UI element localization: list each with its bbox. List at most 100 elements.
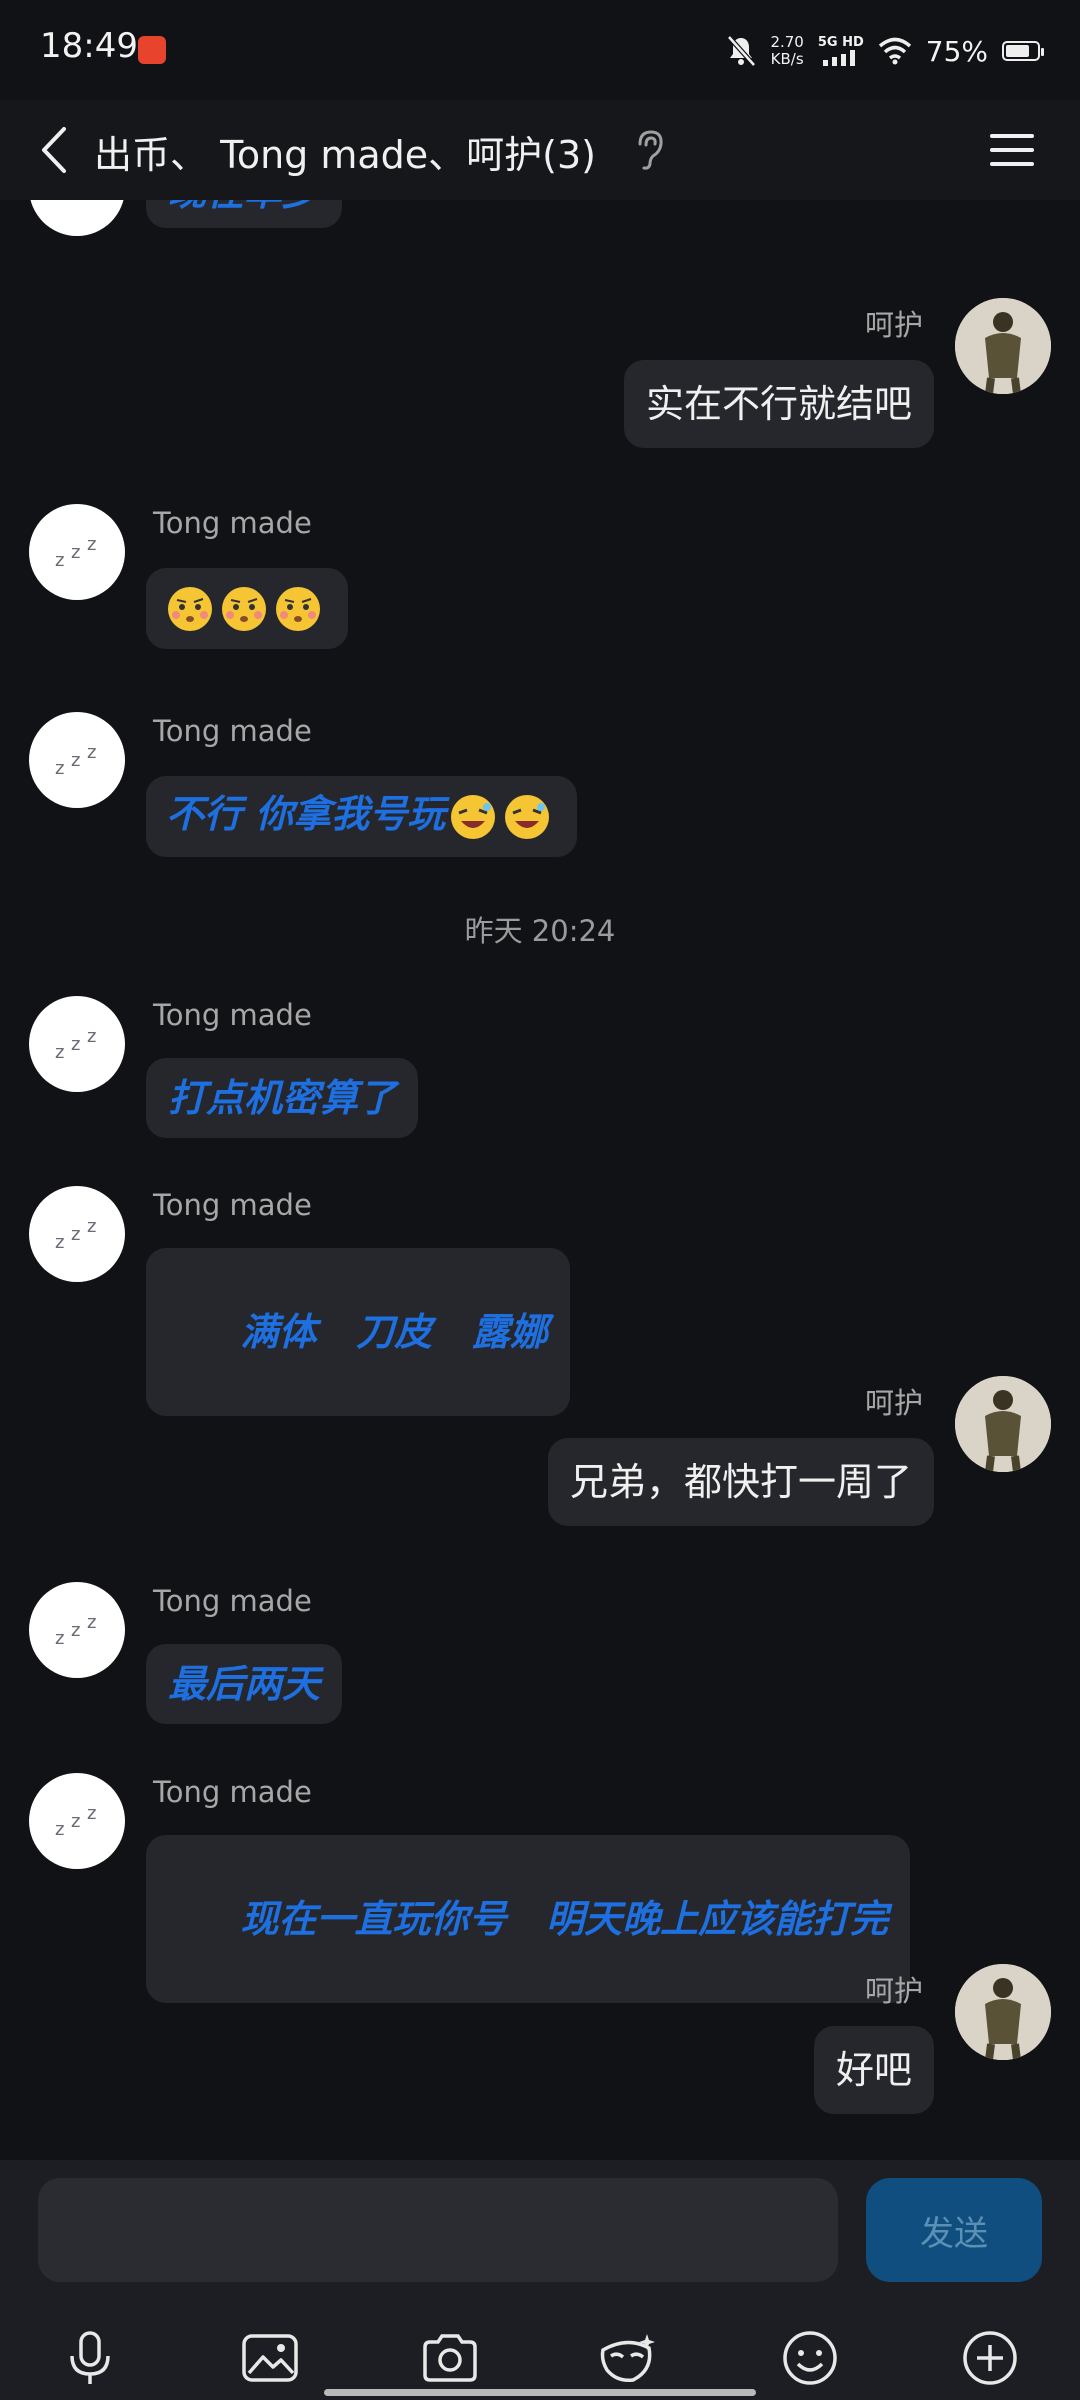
mask-button[interactable] bbox=[596, 2328, 660, 2388]
message-bubble[interactable]: 好吧 bbox=[813, 2026, 934, 2114]
message-text: 好吧 bbox=[835, 2048, 912, 2092]
sender-name: Tong made bbox=[153, 1584, 312, 1618]
svg-text:z: z bbox=[71, 750, 80, 771]
svg-text:z: z bbox=[71, 1811, 80, 1832]
avatar[interactable] bbox=[955, 1964, 1051, 2060]
eyebrow-raised-emoji-icon bbox=[276, 586, 320, 631]
message-text: 不行 你拿我号玩 bbox=[166, 792, 446, 836]
avatar[interactable] bbox=[955, 298, 1051, 394]
voice-button[interactable] bbox=[58, 2328, 122, 2388]
svg-text:z: z bbox=[55, 1232, 64, 1253]
sleeping-zzz-avatar-icon: z z z bbox=[55, 742, 96, 779]
message-text: 兄弟，都快打一周了 bbox=[569, 1460, 912, 1504]
home-indicator[interactable] bbox=[324, 2389, 756, 2396]
sender-name: Tong made bbox=[153, 1188, 312, 1222]
network-speed: 2.70 KB/s bbox=[770, 34, 803, 68]
avatar[interactable]: z z z bbox=[29, 504, 125, 600]
sender-name: Tong made bbox=[153, 714, 312, 748]
emoji-button[interactable] bbox=[778, 2328, 842, 2388]
message-bubble[interactable]: 兄弟，都快打一周了 bbox=[547, 1438, 934, 1526]
hamburger-menu-icon bbox=[990, 134, 1034, 166]
avatar[interactable]: z z z bbox=[29, 712, 125, 808]
message-bubble[interactable]: 不行 你拿我号玩 bbox=[146, 776, 578, 857]
avatar[interactable]: z z z bbox=[29, 1186, 125, 1282]
message-input[interactable] bbox=[38, 2178, 838, 2282]
sleeping-zzz-avatar-icon: z z z bbox=[55, 1803, 96, 1840]
message-row: 呵护 好吧 bbox=[0, 1964, 1080, 2144]
image-icon bbox=[242, 2334, 298, 2382]
battery-percent: 75% bbox=[925, 34, 988, 68]
message-list[interactable]: 现在单少 呵护 实在不行就结吧 z z z Tong made bbox=[0, 200, 1080, 2160]
menu-button[interactable] bbox=[984, 122, 1040, 178]
microphone-icon bbox=[70, 2331, 110, 2384]
soldier-avatar-icon bbox=[955, 1376, 1051, 1472]
svg-text:z: z bbox=[87, 742, 96, 763]
network-type-label: 5G HD bbox=[817, 35, 864, 50]
message-bubble[interactable]: 现在单少 bbox=[146, 200, 343, 228]
svg-text:z: z bbox=[55, 1042, 64, 1063]
network-speed-value: 2.70 bbox=[770, 33, 804, 51]
signal-bars-icon bbox=[822, 50, 855, 66]
network-speed-unit: KB/s bbox=[770, 50, 804, 68]
camera-icon bbox=[423, 2334, 477, 2382]
chat-header: 出币、 Tong made、呵护(3) bbox=[0, 100, 1080, 200]
laughing-emoji-icon bbox=[505, 794, 550, 839]
svg-text:z: z bbox=[87, 1803, 96, 1824]
soldier-avatar-icon bbox=[955, 298, 1051, 394]
message-text: 现在一直玩你号 明天晚上应该能打完 bbox=[240, 1897, 889, 1941]
composer-toolbar bbox=[0, 2328, 1080, 2388]
svg-text:z: z bbox=[87, 1612, 96, 1633]
message-row: z z z Tong made bbox=[0, 504, 1080, 674]
sender-name: 呵护 bbox=[864, 1386, 923, 1420]
timestamp-divider: 昨天 20:24 bbox=[464, 914, 616, 948]
message-bubble[interactable] bbox=[146, 568, 348, 649]
svg-text:z: z bbox=[71, 542, 80, 563]
svg-text:z: z bbox=[71, 1620, 80, 1641]
avatar[interactable] bbox=[955, 1376, 1051, 1472]
eyebrow-raised-emoji-icon bbox=[168, 586, 212, 631]
back-button[interactable] bbox=[24, 120, 84, 180]
message-row: z z z Tong made 不行 你拿我号玩 bbox=[0, 712, 1080, 882]
camera-button[interactable] bbox=[418, 2328, 482, 2388]
emoji-icon bbox=[783, 2331, 837, 2385]
chevron-left-icon bbox=[42, 127, 66, 173]
gallery-button[interactable] bbox=[238, 2328, 302, 2388]
send-button[interactable]: 发送 bbox=[866, 2178, 1042, 2282]
mute-bell-icon bbox=[727, 35, 757, 67]
avatar[interactable]: z z z bbox=[29, 996, 125, 1092]
composer: 发送 bbox=[0, 2160, 1080, 2400]
message-row: z z z Tong made 打点机密算了 bbox=[0, 996, 1080, 1146]
message-bubble[interactable]: 实在不行就结吧 bbox=[623, 360, 934, 448]
network-type: 5G HD bbox=[818, 36, 864, 66]
status-right-cluster: 2.70 KB/s 5G HD 75% bbox=[726, 28, 1044, 74]
battery-icon bbox=[1002, 41, 1044, 61]
svg-text:z: z bbox=[55, 1628, 64, 1649]
svg-text:z: z bbox=[55, 550, 64, 571]
message-text: 打点机密算了 bbox=[168, 1076, 397, 1120]
status-bar: 18:49 2.70 KB/s 5G HD 75% bbox=[0, 0, 1080, 100]
avatar[interactable]: z z z bbox=[29, 1582, 125, 1678]
sleeping-zzz-avatar-icon: z z z bbox=[55, 1612, 96, 1649]
svg-text:z: z bbox=[87, 1216, 96, 1237]
ear-icon[interactable] bbox=[632, 128, 666, 172]
svg-text:z: z bbox=[55, 1819, 64, 1840]
message-row: z z z Tong made 现在一直玩你号 明天晚上应该能打完 bbox=[0, 1773, 1080, 2003]
svg-text:z: z bbox=[87, 1026, 96, 1047]
message-bubble[interactable]: 最后两天 bbox=[146, 1644, 343, 1724]
chat-title: 出币、 Tong made、呵护(3) bbox=[94, 133, 596, 177]
avatar[interactable]: z z z bbox=[29, 1773, 125, 1869]
message-text: 最后两天 bbox=[168, 1662, 321, 1706]
svg-text:z: z bbox=[71, 1224, 80, 1245]
message-bubble[interactable]: 打点机密算了 bbox=[146, 1058, 419, 1138]
more-button[interactable] bbox=[958, 2328, 1022, 2388]
soldier-avatar-icon bbox=[955, 1964, 1051, 2060]
message-text: 满体 刀皮 露娜 bbox=[240, 1310, 548, 1354]
laughing-emoji-icon bbox=[451, 794, 496, 839]
avatar[interactable] bbox=[29, 200, 125, 236]
sender-name: 呵护 bbox=[864, 308, 923, 342]
svg-text:z: z bbox=[71, 1034, 80, 1055]
notification-app-icon bbox=[138, 36, 166, 64]
svg-text:z: z bbox=[55, 758, 64, 779]
wifi-icon bbox=[878, 37, 911, 65]
message-row-partial: 现在单少 bbox=[0, 200, 1080, 260]
